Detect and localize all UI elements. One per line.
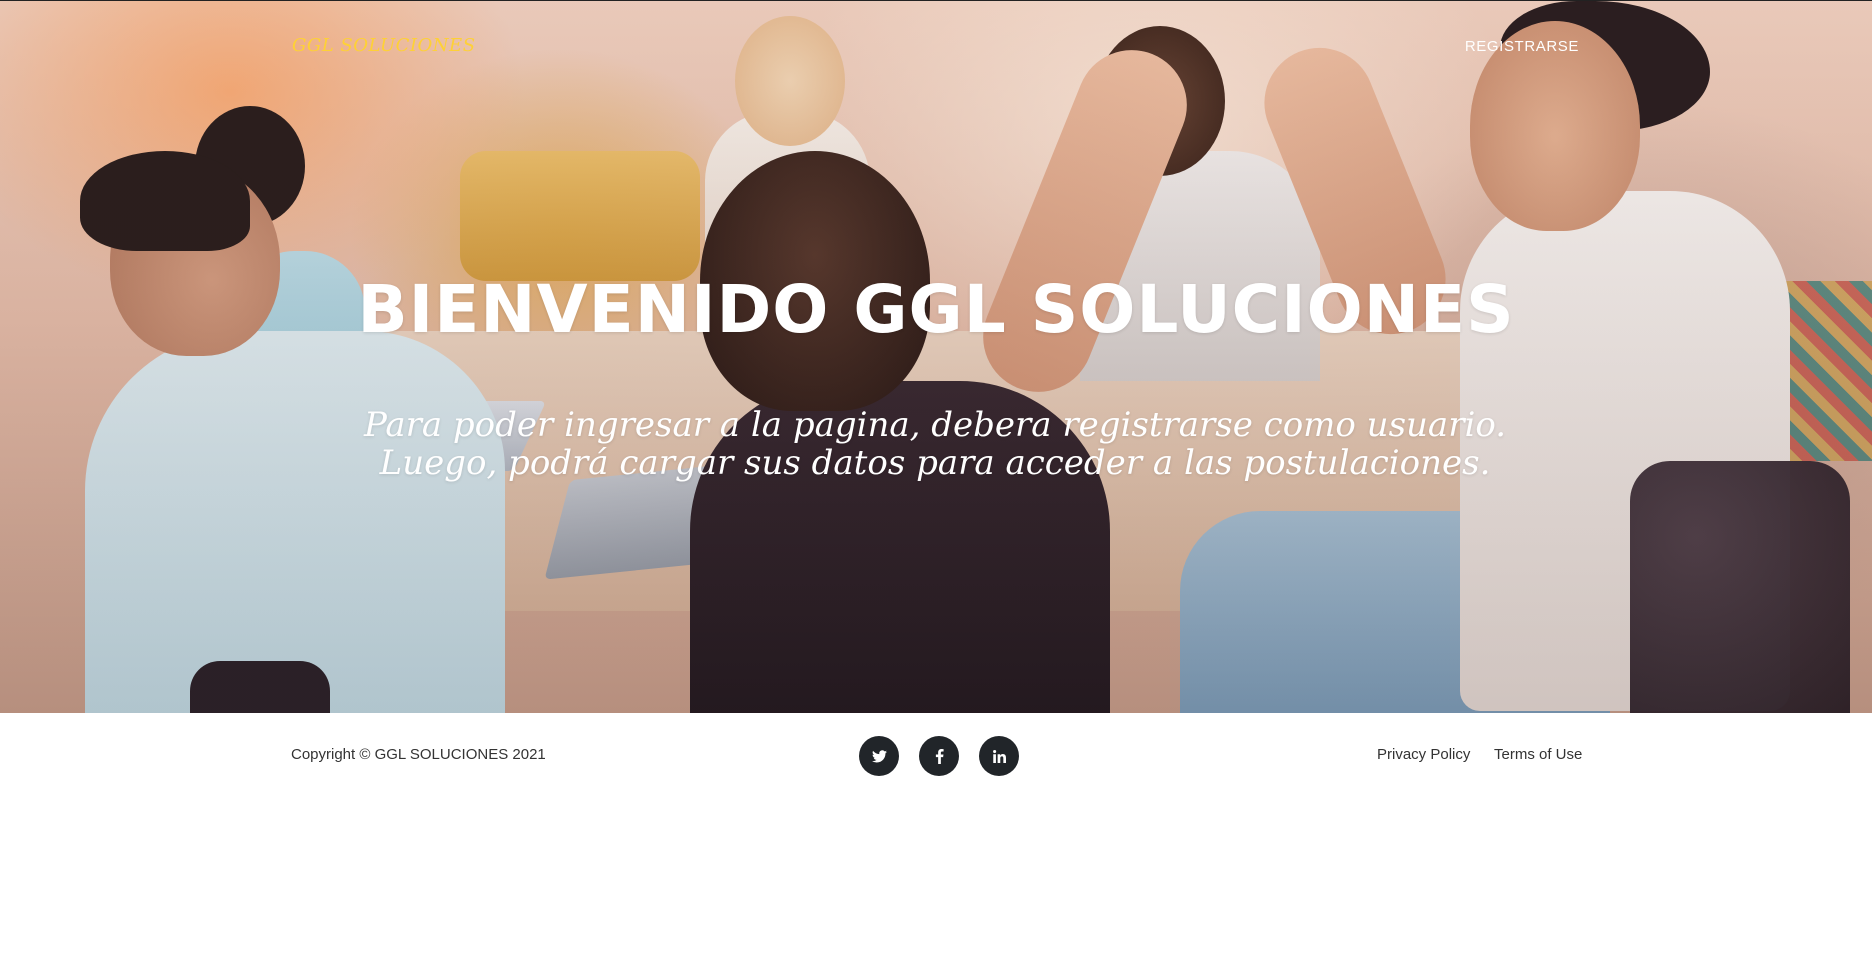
copyright-text: Copyright © GGL SOLUCIONES 2021 [291, 746, 546, 763]
hero-heading: BIENVENIDO GGL SOLUCIONES [357, 271, 1515, 348]
hero-subheading: Para poder ingresar a la pagina, debera … [363, 405, 1507, 483]
privacy-policy-link[interactable]: Privacy Policy [1377, 746, 1470, 763]
hero-section: GGL SOLUCIONES REGISTRARSE BIENVENIDO GG… [0, 0, 1872, 713]
hero-overlay [0, 1, 1872, 713]
register-link[interactable]: REGISTRARSE [1465, 38, 1579, 55]
twitter-button[interactable] [859, 736, 899, 776]
footer: Copyright © GGL SOLUCIONES 2021 Privacy … [0, 713, 1872, 970]
brand-logo-link[interactable]: GGL SOLUCIONES [292, 35, 476, 56]
terms-of-use-link[interactable]: Terms of Use [1494, 746, 1582, 763]
linkedin-icon [992, 749, 1006, 763]
twitter-icon [871, 749, 887, 762]
linkedin-button[interactable] [979, 736, 1019, 776]
facebook-button[interactable] [919, 736, 959, 776]
facebook-icon [935, 748, 944, 764]
